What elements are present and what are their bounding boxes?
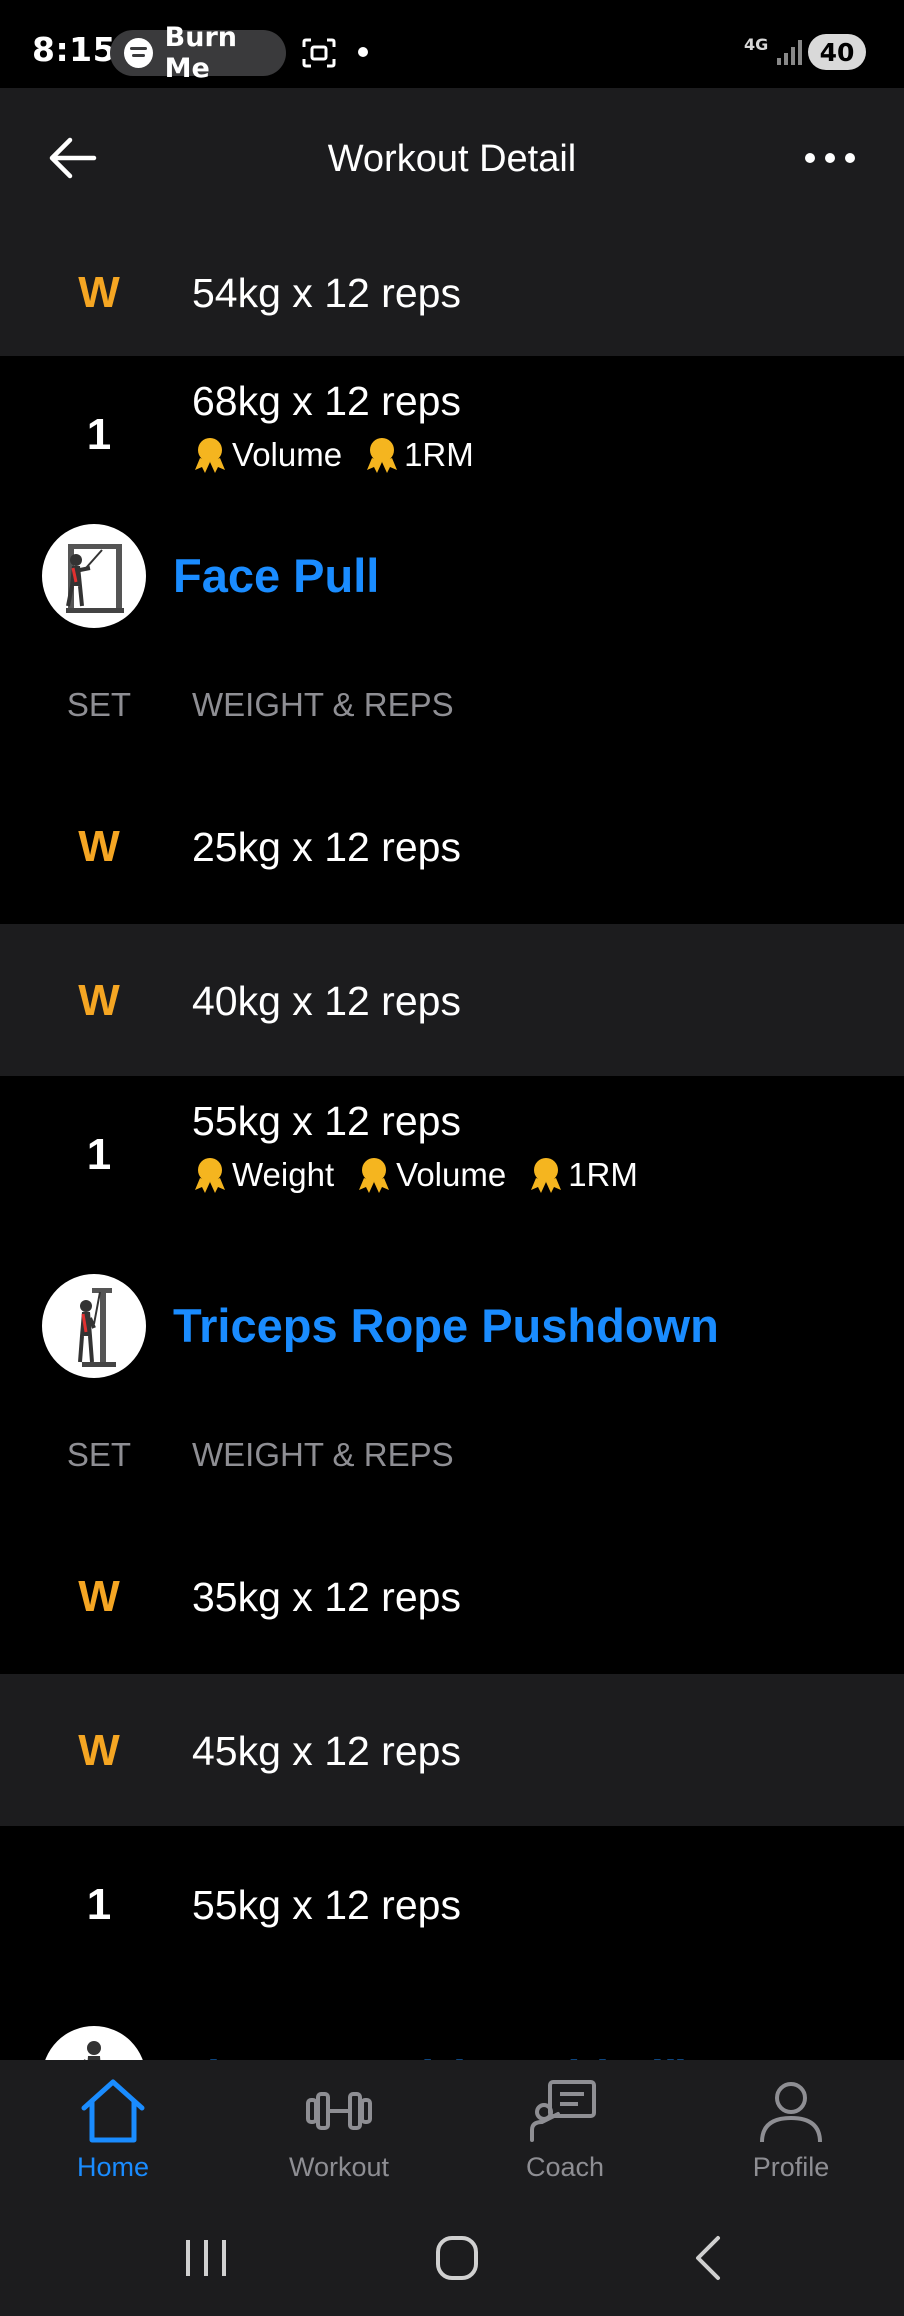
set-number-label: 1 bbox=[86, 1880, 112, 1929]
system-back-icon[interactable] bbox=[680, 2230, 740, 2286]
set-weight-reps: 55kg x 12 reps bbox=[192, 1882, 461, 1928]
set-row: W 54kg x 12 reps bbox=[0, 228, 904, 356]
set-column-header: SET WEIGHT & REPS bbox=[0, 1422, 904, 1486]
tab-label: Workout bbox=[288, 2152, 390, 2182]
set-weight-reps: 55kg x 12 reps bbox=[192, 1098, 461, 1144]
badge-label: Volume bbox=[232, 436, 343, 473]
badge-label: Volume bbox=[396, 1156, 507, 1193]
medal-icon bbox=[195, 438, 225, 473]
medal-icon bbox=[359, 1158, 390, 1193]
set-number-label: 1 bbox=[86, 410, 112, 459]
set-row: 1 55kg x 12 reps bbox=[0, 1826, 904, 1978]
exercise-header[interactable]: Face Pull bbox=[0, 508, 904, 648]
triceps-pushdown-illustration-icon bbox=[78, 1288, 116, 1367]
status-time: 8:15 bbox=[32, 30, 117, 69]
spotify-media-pill[interactable]: Burn Me bbox=[110, 22, 286, 84]
tab-home[interactable]: Home bbox=[0, 2060, 226, 2200]
set-type-label: W bbox=[78, 1726, 120, 1775]
face-pull-illustration-icon bbox=[66, 544, 124, 613]
set-row: 1 55kg x 12 reps Weight Volume 1RM bbox=[0, 1076, 904, 1226]
spotify-track-label: Burn Me bbox=[164, 22, 238, 84]
set-weight-reps: 25kg x 12 reps bbox=[192, 824, 461, 870]
set-type-label: W bbox=[78, 822, 120, 871]
medal-icon bbox=[531, 1158, 562, 1193]
tab-label: Profile bbox=[752, 2152, 830, 2182]
record-badges: Volume 1RM bbox=[192, 436, 496, 474]
set-row: W 40kg x 12 reps bbox=[0, 924, 904, 1076]
profile-icon bbox=[760, 2082, 822, 2143]
exercise-thumbnail bbox=[42, 1274, 146, 1378]
exercise-thumbnail bbox=[42, 2026, 146, 2060]
home-button-icon[interactable] bbox=[428, 2230, 488, 2286]
badge-1rm: 1RM bbox=[364, 436, 474, 474]
screenshot-icon bbox=[302, 38, 336, 68]
tab-label: Home bbox=[76, 2152, 150, 2182]
set-row: W 35kg x 12 reps bbox=[0, 1518, 904, 1674]
exercise-name[interactable]: Face Pull bbox=[173, 548, 379, 603]
column-weight-reps-label: WEIGHT & REPS bbox=[192, 1436, 454, 1473]
set-weight-reps: 54kg x 12 reps bbox=[192, 270, 461, 316]
column-weight-reps-label: WEIGHT & REPS bbox=[192, 686, 454, 723]
coach-icon bbox=[530, 2080, 596, 2142]
app-header: Workout Detail bbox=[0, 88, 904, 228]
set-type-label: W bbox=[78, 1572, 120, 1621]
medal-icon bbox=[367, 438, 398, 473]
exercise-name[interactable]: Biceps Curl (Dumbbell) bbox=[173, 2050, 693, 2060]
exercise-header[interactable]: Biceps Curl (Dumbbell) bbox=[0, 2010, 904, 2060]
exercise-name[interactable]: Triceps Rope Pushdown bbox=[173, 1298, 719, 1353]
notification-dot-icon bbox=[358, 47, 368, 57]
recent-apps-icon[interactable] bbox=[176, 2230, 236, 2286]
dumbbell-icon bbox=[306, 2092, 372, 2130]
signal-icon bbox=[777, 40, 802, 65]
badge-label: 1RM bbox=[404, 436, 474, 473]
network-type: 4G bbox=[744, 35, 769, 54]
tab-label: Coach bbox=[525, 2152, 605, 2182]
page-title: Workout Detail bbox=[327, 138, 577, 180]
set-type-label: W bbox=[78, 976, 120, 1025]
system-navigation-bar bbox=[0, 2200, 904, 2316]
set-weight-reps: 68kg x 12 reps bbox=[192, 378, 461, 424]
exercise-header[interactable]: Triceps Rope Pushdown bbox=[0, 1258, 904, 1398]
battery-indicator: 40 bbox=[808, 34, 866, 70]
set-row: W 45kg x 12 reps bbox=[0, 1674, 904, 1826]
workout-detail-content[interactable]: W 54kg x 12 reps 1 68kg x 12 reps Volume… bbox=[0, 88, 904, 2060]
tab-workout[interactable]: Workout bbox=[226, 2060, 452, 2200]
home-icon bbox=[81, 2079, 145, 2143]
set-row: 1 68kg x 12 reps Volume 1RM bbox=[0, 356, 904, 508]
tab-coach[interactable]: Coach bbox=[452, 2060, 678, 2200]
tab-profile[interactable]: Profile bbox=[678, 2060, 904, 2200]
badge-volume: Volume bbox=[192, 436, 342, 474]
set-type-label: W bbox=[78, 268, 120, 317]
badge-weight: Weight bbox=[192, 1156, 334, 1194]
exercise-thumbnail bbox=[42, 524, 146, 628]
set-weight-reps: 45kg x 12 reps bbox=[192, 1728, 461, 1774]
status-bar: 8:15 Burn Me 4G 40 bbox=[0, 0, 904, 88]
set-weight-reps: 40kg x 12 reps bbox=[192, 978, 461, 1024]
badge-volume: Volume bbox=[356, 1156, 506, 1194]
record-badges: Weight Volume 1RM bbox=[192, 1156, 660, 1194]
set-number-label: 1 bbox=[86, 1130, 112, 1179]
column-set-label: SET bbox=[66, 686, 132, 723]
set-column-header: SET WEIGHT & REPS bbox=[0, 672, 904, 736]
column-set-label: SET bbox=[66, 1436, 132, 1473]
badge-label: 1RM bbox=[568, 1156, 638, 1193]
badge-1rm: 1RM bbox=[528, 1156, 638, 1194]
badge-label: Weight bbox=[232, 1156, 335, 1193]
medal-icon bbox=[195, 1158, 225, 1193]
set-row: W 25kg x 12 reps bbox=[0, 768, 904, 924]
spotify-icon bbox=[124, 38, 153, 68]
biceps-curl-illustration-icon bbox=[83, 2041, 101, 2060]
bottom-tab-bar: Home Workout Coach Profile bbox=[0, 2060, 904, 2200]
set-weight-reps: 35kg x 12 reps bbox=[192, 1574, 461, 1620]
more-options-icon[interactable] bbox=[804, 148, 856, 168]
